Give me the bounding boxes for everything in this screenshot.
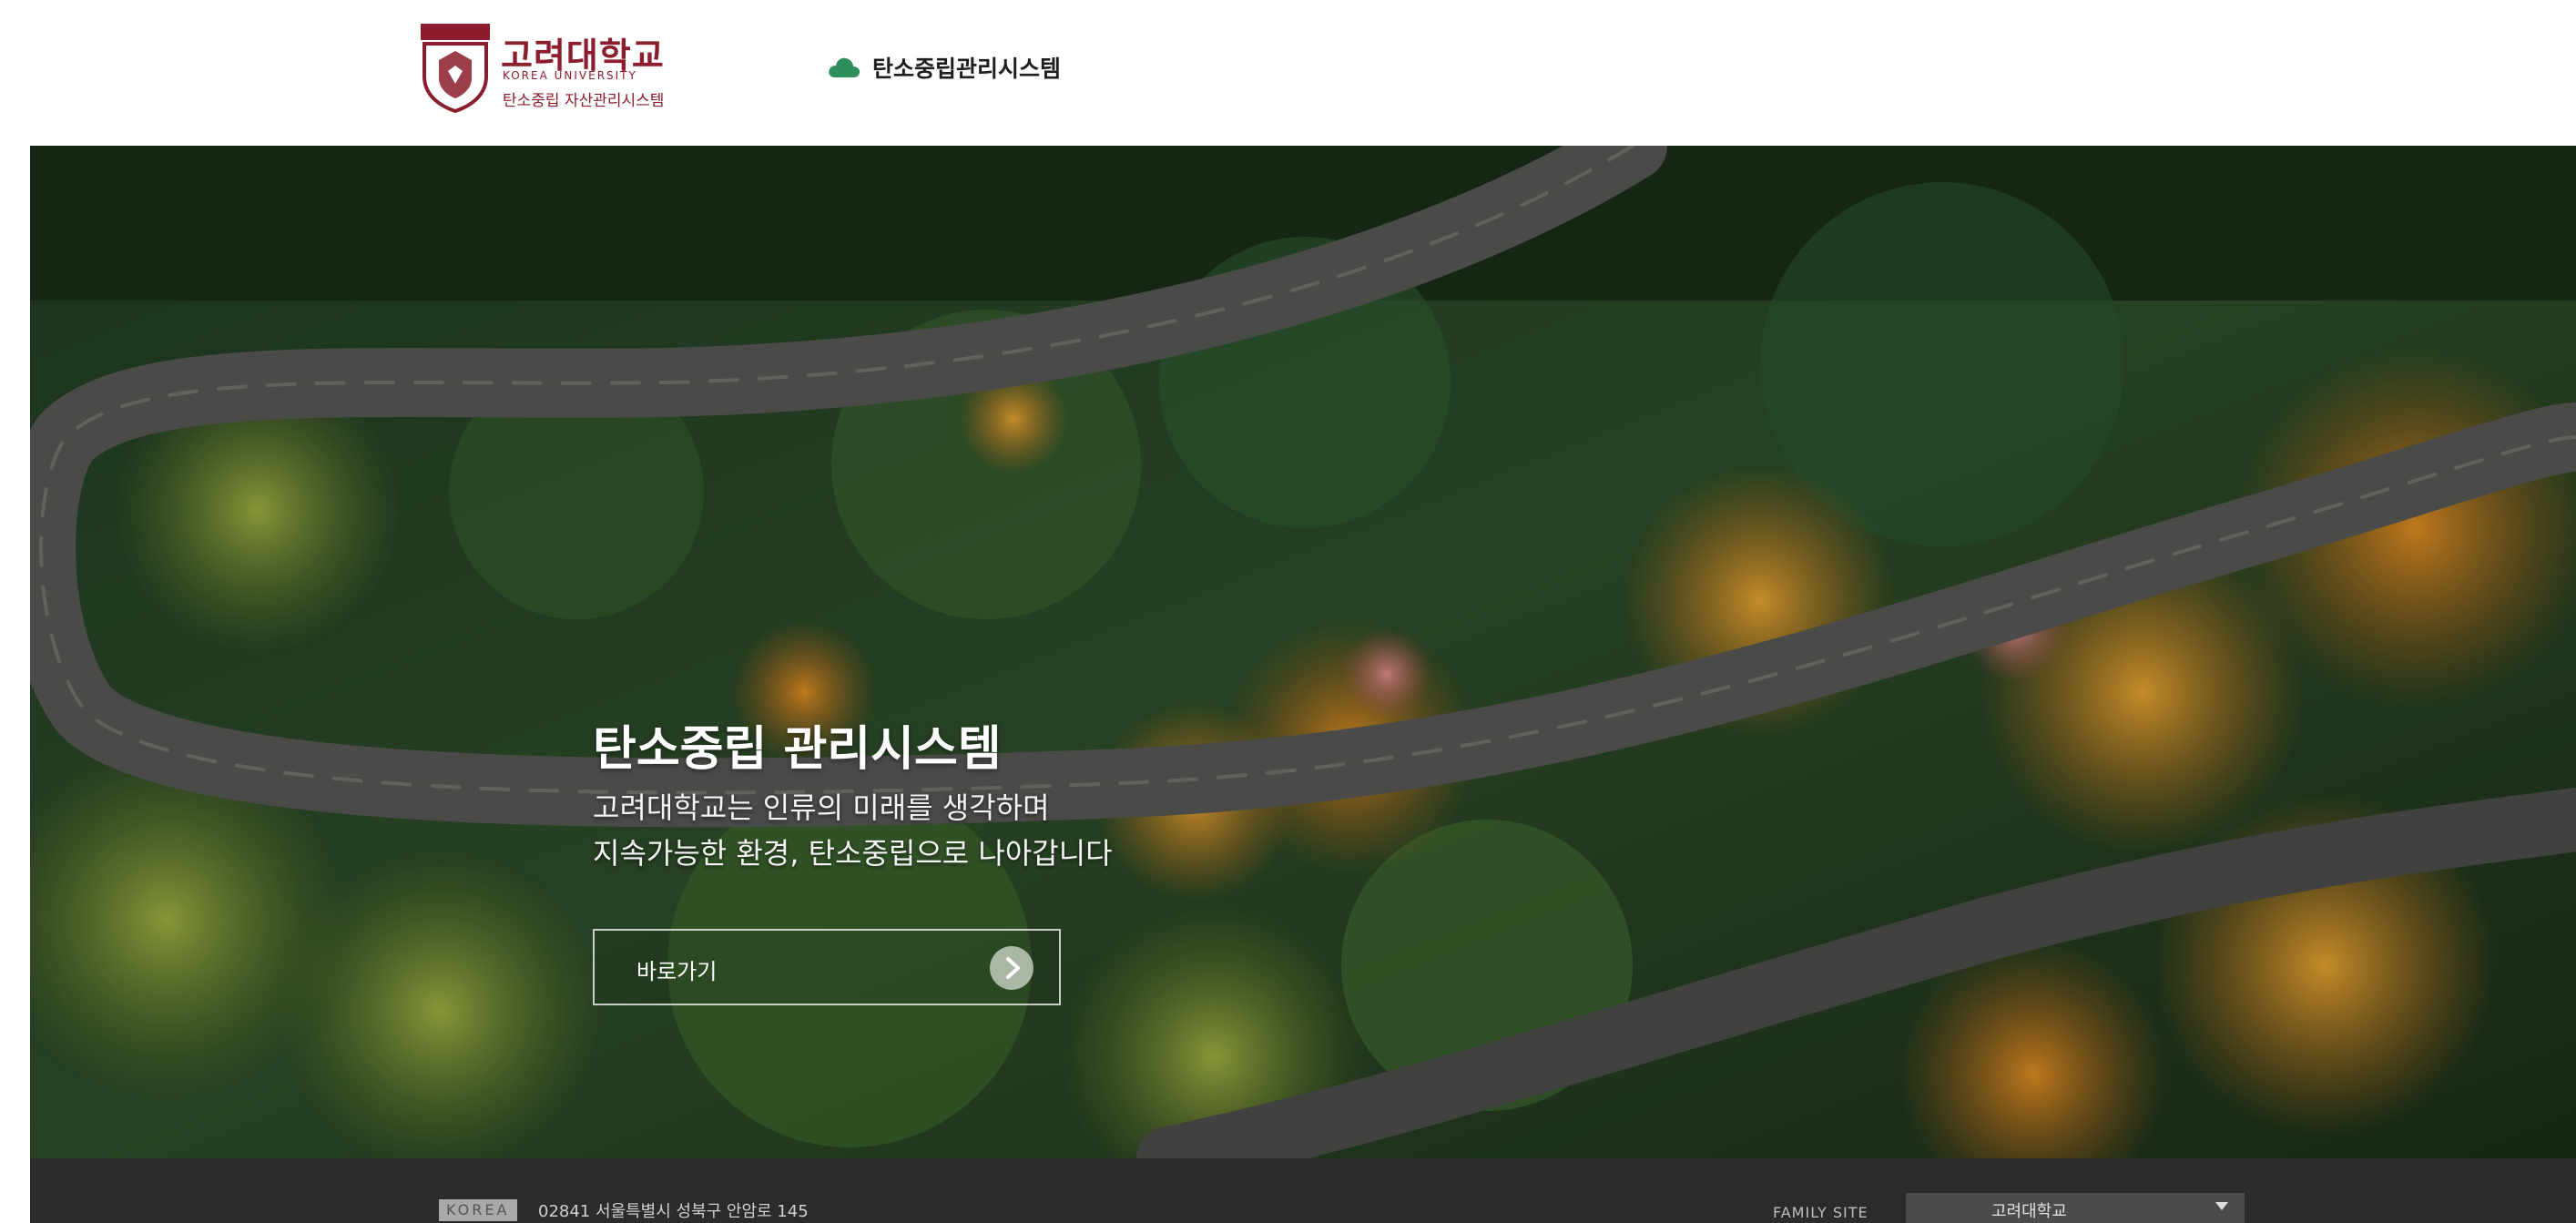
- hero-description-line-2: 지속가능한 환경, 탄소중립으로 나아갑니다: [593, 836, 1113, 871]
- hero-banner: 탄소중립 관리시스템 고려대학교는 인류의 미래를 생각하며 지속가능한 환경,…: [30, 146, 2576, 1158]
- logo-subtitle: 탄소중립 자산관리시스템: [503, 92, 665, 110]
- family-site-label: FAMILY SITE: [1773, 1204, 1868, 1221]
- site-footer: KOREA 02841 서울특별시 성북구 안암로 145 FAMILY SIT…: [30, 1158, 2576, 1223]
- chevron-down-icon: [2215, 1202, 2228, 1210]
- site-header: 고려대학교 KOREA UNIVERSITY 탄소중립 자산관리시스템 탄소중립…: [0, 0, 2576, 146]
- logo-name-en: KOREA UNIVERSITY: [503, 69, 637, 82]
- arrow-right-icon: [990, 946, 1033, 990]
- hero-title: 탄소중립 관리시스템: [593, 722, 1002, 777]
- footer-logo: KOREA: [439, 1199, 517, 1221]
- korea-university-logo[interactable]: 고려대학교 KOREA UNIVERSITY 탄소중립 자산관리시스템: [421, 24, 685, 115]
- hero-description-line-1: 고려대학교는 인류의 미래를 생각하며: [593, 790, 1050, 825]
- hero-forest-road-image: [30, 146, 2576, 1158]
- carbon-system-link[interactable]: 탄소중립관리시스템: [827, 47, 1061, 87]
- footer-logo-text: KOREA: [446, 1201, 510, 1218]
- cloud-icon: [829, 57, 860, 77]
- family-site-select[interactable]: 고려대학교: [1906, 1193, 2245, 1223]
- hero-shortcut-label: 바로가기: [636, 959, 718, 984]
- footer-address: 02841 서울특별시 성북구 안암로 145: [538, 1202, 809, 1221]
- family-site-selected: 고려대학교: [1991, 1202, 2067, 1221]
- hero-description: 고려대학교는 인류의 미래를 생각하며 지속가능한 환경, 탄소중립으로 나아갑…: [593, 785, 1113, 876]
- carbon-system-label: 탄소중립관리시스템: [872, 56, 1062, 82]
- hero-shortcut-button[interactable]: 바로가기: [593, 929, 1061, 1005]
- university-crest-icon: [421, 24, 490, 113]
